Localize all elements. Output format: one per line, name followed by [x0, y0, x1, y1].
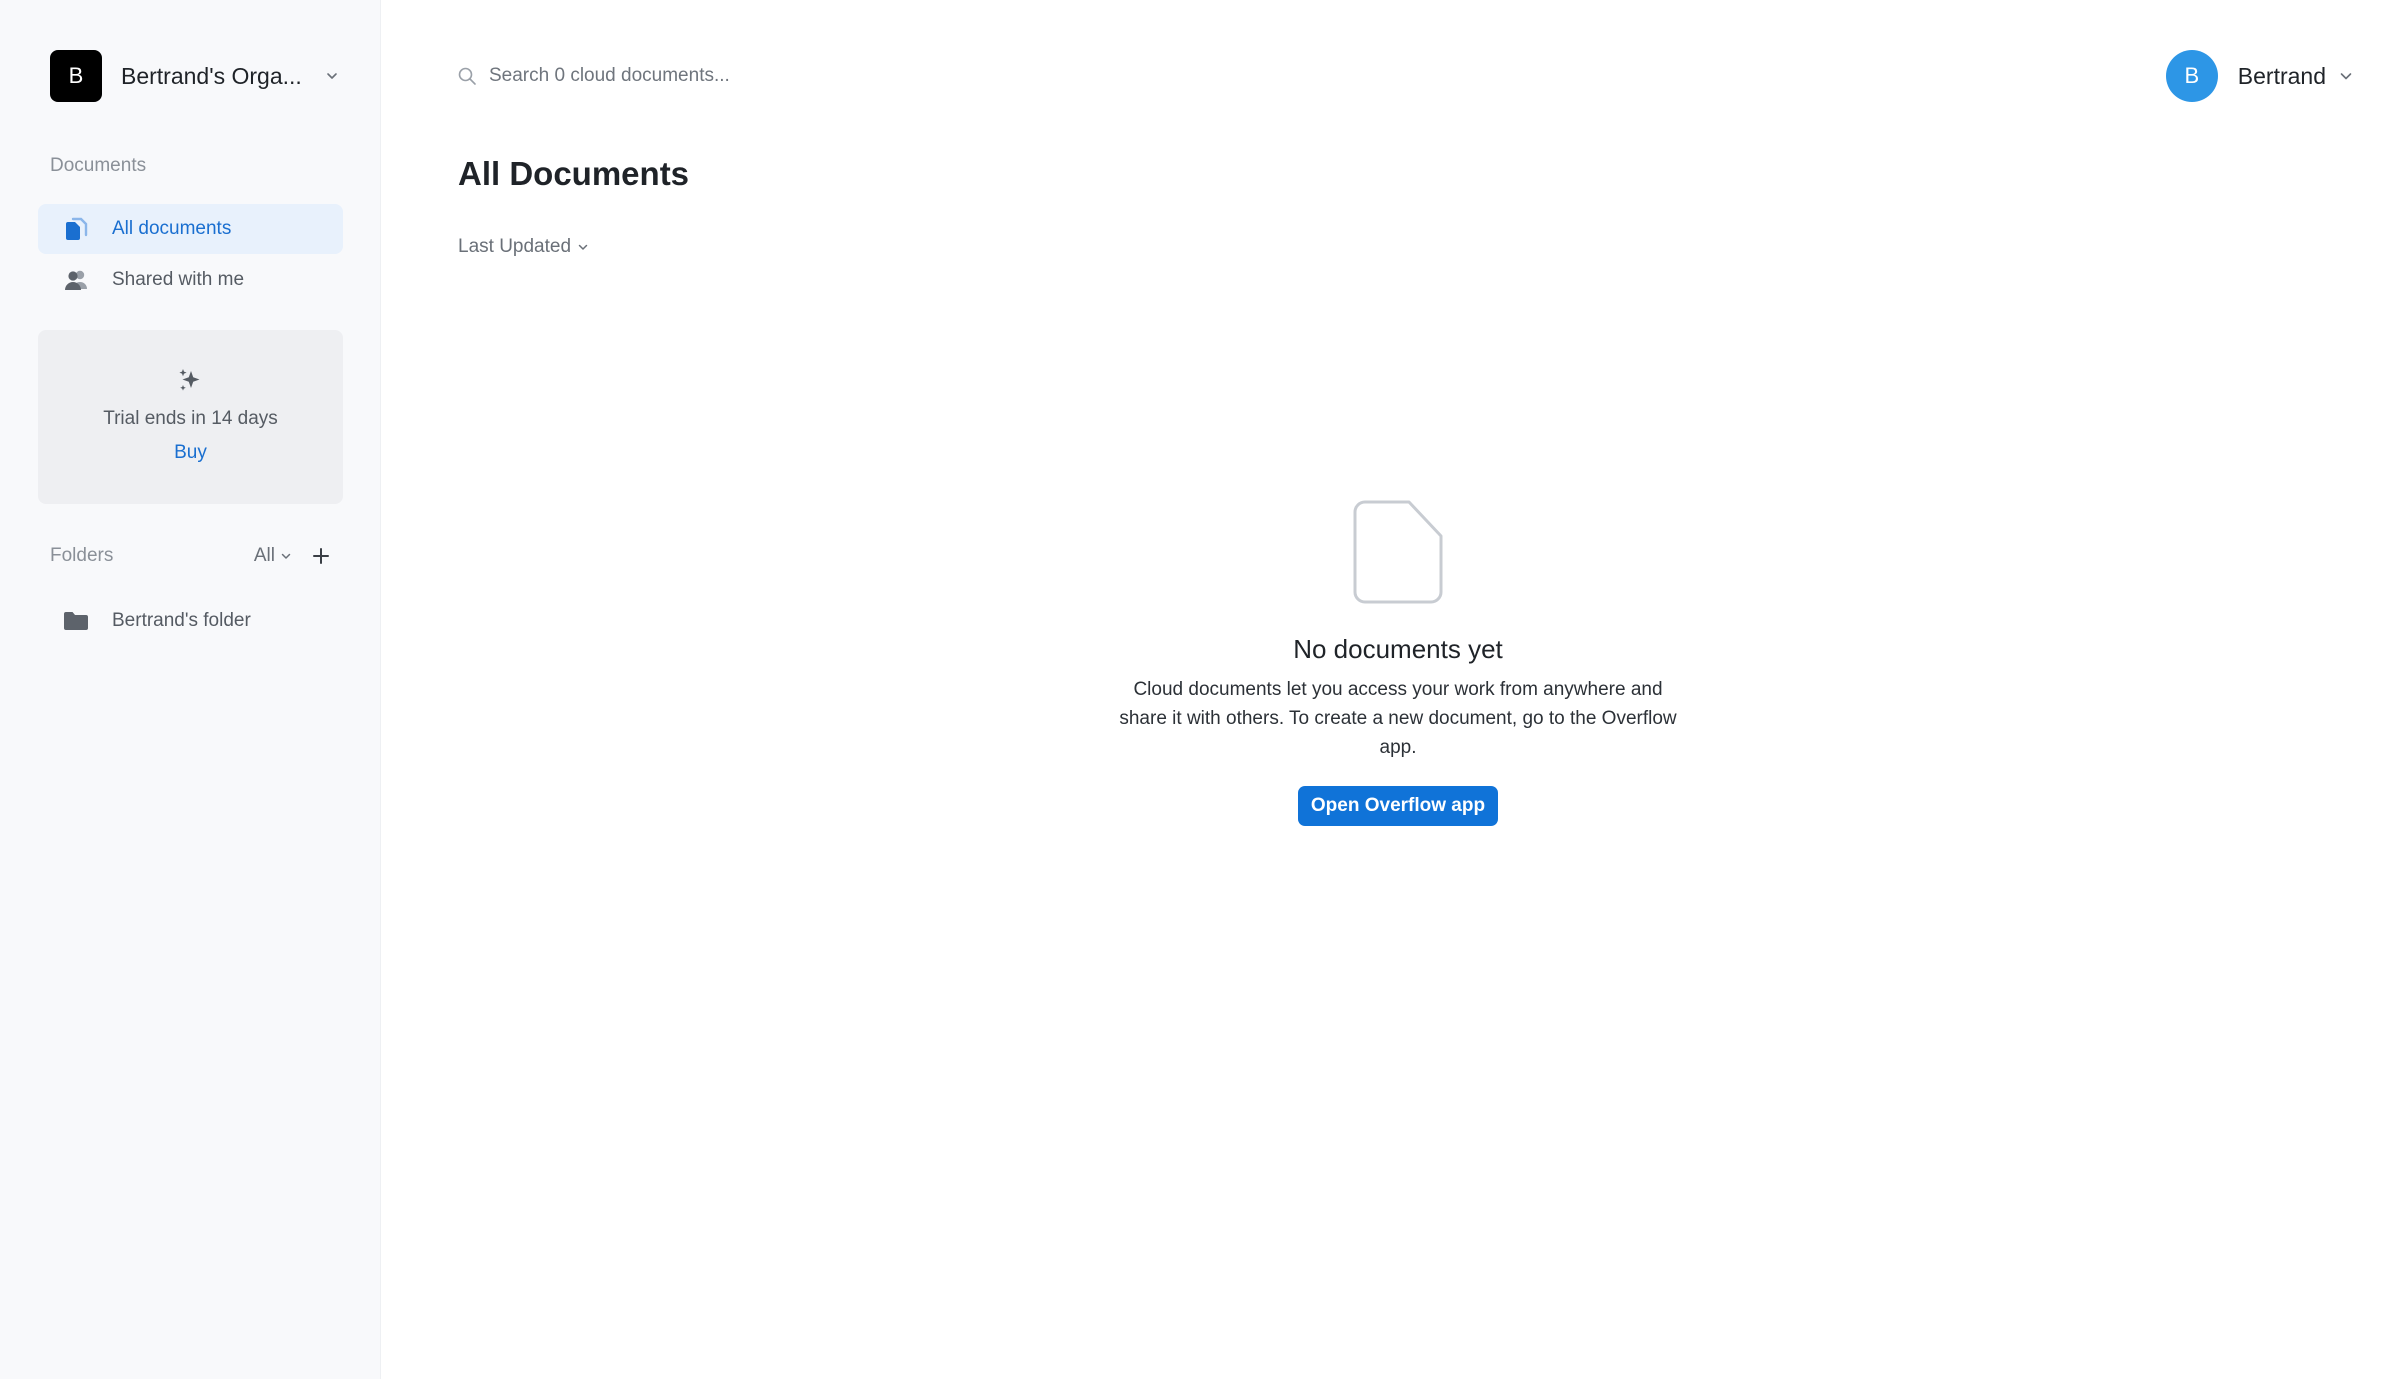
- folders-filter-label: All: [253, 545, 275, 566]
- folders-section-label: Folders: [50, 545, 114, 566]
- sort-label: Last Updated: [458, 236, 572, 257]
- sort-dropdown[interactable]: Last Updated: [458, 236, 589, 258]
- chevron-down-icon: [280, 550, 292, 562]
- sidebar-item-all-documents[interactable]: All documents: [38, 204, 343, 254]
- documents-section-label: Documents: [50, 155, 147, 176]
- user-avatar: B: [2165, 50, 2218, 102]
- organization-name: Bertrand's Orga...: [121, 62, 302, 89]
- plus-icon: [313, 548, 329, 564]
- chevron-down-icon: [2338, 68, 2354, 84]
- buy-link[interactable]: Buy: [38, 442, 343, 464]
- folder-item[interactable]: Bertrand's folder: [38, 596, 343, 646]
- folders-filter-dropdown[interactable]: All: [254, 545, 292, 567]
- trial-text: Trial ends in 14 days: [103, 408, 278, 429]
- empty-state-description: Cloud documents let you access your work…: [1119, 679, 1677, 758]
- user-name: Bertrand: [2237, 62, 2326, 89]
- folders-header: Folders All: [50, 542, 332, 570]
- folder-icon: [62, 607, 90, 635]
- document-icon: [1353, 500, 1443, 604]
- sidebar-item-label: Shared with me: [112, 269, 245, 290]
- empty-state: No documents yet Cloud documents let you…: [1108, 500, 1688, 826]
- sidebar-item-label: All documents: [112, 218, 232, 239]
- app-window: B Bertrand's Orga... Documents All docum…: [0, 0, 2400, 1379]
- add-folder-button[interactable]: [310, 545, 332, 567]
- shared-users-icon: [62, 266, 90, 294]
- user-menu[interactable]: B Bertrand: [2165, 50, 2354, 102]
- main-content: B Bertrand All Documents Last Updated No…: [381, 0, 2400, 1379]
- folder-item-label: Bertrand's folder: [112, 610, 251, 631]
- search-input[interactable]: [489, 65, 989, 87]
- empty-state-title: No documents yet: [1293, 634, 1503, 664]
- open-overflow-app-button[interactable]: Open Overflow app: [1297, 786, 1499, 826]
- chevron-down-icon: [324, 68, 340, 84]
- page-title: All Documents: [458, 155, 690, 192]
- search-bar: [457, 62, 1057, 90]
- sidebar: B Bertrand's Orga... Documents All docum…: [0, 0, 381, 1379]
- organization-avatar: B: [50, 50, 102, 102]
- organization-switcher[interactable]: B Bertrand's Orga...: [50, 50, 340, 102]
- search-icon: [457, 66, 477, 86]
- sparkles-icon: [176, 366, 204, 394]
- sidebar-item-shared-with-me[interactable]: Shared with me: [38, 255, 343, 305]
- documents-icon: [62, 215, 90, 243]
- chevron-down-icon: [577, 241, 589, 253]
- trial-banner: Trial ends in 14 days Buy: [38, 330, 343, 504]
